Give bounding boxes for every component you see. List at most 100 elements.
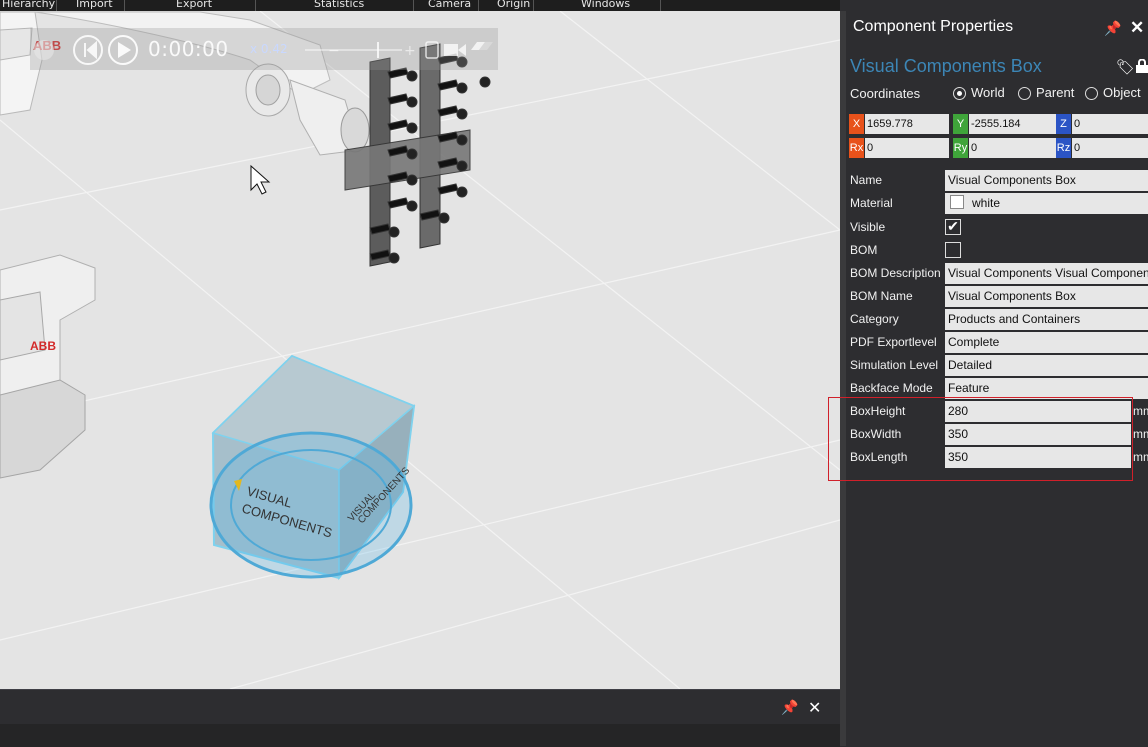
coord-y-input[interactable]: -2555.184 — [969, 114, 1056, 134]
3d-viewport[interactable]: ABB VISUAL COMPONENTS VISUAL COMPONENTS … — [0, 11, 840, 689]
panel-title: Component Properties — [853, 18, 1014, 35]
tag-icon[interactable]: 🏷 — [1116, 58, 1135, 76]
robot-brand-logo-lower: ABB — [30, 339, 56, 353]
playback-toolbar: − + 0:00:00 x 0.42 — [30, 28, 498, 70]
menu-separator — [56, 0, 57, 11]
prop-label: Material — [850, 196, 893, 210]
menu-separator — [660, 0, 661, 11]
name-input[interactable]: Visual Components Box — [945, 170, 1148, 191]
simulation-time: 0:00:00 — [148, 37, 229, 61]
prop-label: Visible — [850, 220, 886, 234]
simulation-level-value: Detailed — [948, 358, 993, 372]
radio-world[interactable]: World — [953, 85, 1005, 101]
menu-separator — [533, 0, 534, 11]
coord-z[interactable]: Z 0 — [1056, 114, 1148, 134]
close-icon[interactable]: ✕ — [808, 698, 821, 717]
coord-y[interactable]: Y -2555.184 — [953, 114, 1056, 134]
material-value: white — [972, 196, 1001, 210]
coord-rx-tag: Rx — [849, 138, 864, 158]
menu-separator — [124, 0, 125, 11]
robot-arm-lower[interactable]: ABB — [0, 254, 96, 479]
visible-checkbox[interactable]: ✔ — [945, 219, 961, 235]
svg-text:+: + — [404, 43, 416, 59]
radio-unselected-icon — [1085, 87, 1098, 100]
coord-rx[interactable]: Rx 0 — [849, 138, 949, 158]
prop-row-material: Material white▾ — [846, 193, 1148, 215]
pdf-exportlevel-value: Complete — [948, 335, 1000, 349]
box-width-input[interactable]: 350 — [945, 424, 1131, 445]
simulation-speed: x 0.42 — [250, 42, 288, 56]
settings-gear-icon[interactable] — [34, 40, 54, 60]
pin-icon[interactable]: 📌 — [1104, 20, 1121, 37]
menu-hierarchy[interactable]: Hierarchy — [2, 0, 55, 9]
pin-icon[interactable]: 📌 — [781, 700, 798, 716]
prop-label: Category — [850, 312, 899, 326]
coord-ry-input[interactable]: 0 — [969, 138, 1056, 158]
prop-row-visible: Visible ✔ — [846, 217, 1148, 239]
prop-label: Name — [850, 173, 883, 187]
prop-label: PDF Exportlevel — [850, 335, 937, 349]
prop-row-box-height: BoxHeight 280 mm — [846, 401, 1148, 423]
coord-ry[interactable]: Ry 0 — [953, 138, 1056, 158]
prop-row-box-width: BoxWidth 350 mm — [846, 424, 1148, 446]
menu-windows[interactable]: Windows — [581, 0, 630, 9]
reset-icon[interactable] — [73, 35, 103, 65]
3d-scene[interactable]: ABB VISUAL COMPONENTS VISUAL COMPONENTS — [0, 11, 840, 689]
coord-x[interactable]: X 1659.778 — [849, 114, 949, 134]
menu-camera[interactable]: Camera — [428, 0, 471, 9]
bom-checkbox[interactable] — [945, 242, 961, 258]
prop-row-category: Category Products and Containers — [846, 309, 1148, 331]
radio-object[interactable]: Object — [1085, 85, 1141, 101]
snapshot-icon[interactable] — [425, 41, 439, 59]
play-icon[interactable] — [108, 35, 138, 65]
radio-parent[interactable]: Parent — [1018, 85, 1074, 101]
prop-row-bom-description: BOM Description Visual Components Visual… — [846, 263, 1148, 285]
component-name-title: Visual Components Box — [850, 56, 1042, 76]
backface-mode-select[interactable]: Feature▾ — [945, 378, 1148, 399]
radio-unselected-icon — [1018, 87, 1031, 100]
material-select[interactable]: white▾ — [945, 193, 1148, 214]
vacuum-gripper[interactable] — [344, 43, 491, 267]
coord-rz-input[interactable]: 0 — [1072, 138, 1148, 158]
box-height-input[interactable]: 280 — [945, 401, 1131, 422]
radio-selected-icon — [953, 87, 966, 100]
prop-row-simulation-level: Simulation Level Detailed▾ — [846, 355, 1148, 377]
coord-z-input[interactable]: 0 — [1072, 114, 1148, 134]
prop-label: BOM — [850, 243, 878, 257]
prop-row-pdf-exportlevel: PDF Exportlevel Complete▾ — [846, 332, 1148, 354]
coord-x-tag: X — [849, 114, 864, 134]
lock-icon[interactable] — [1136, 59, 1148, 73]
visual-components-box[interactable]: VISUAL COMPONENTS VISUAL COMPONENTS — [209, 354, 416, 581]
prop-row-backface-mode: Backface Mode Feature▾ — [846, 378, 1148, 400]
pdf-exportlevel-select[interactable]: Complete▾ — [945, 332, 1148, 353]
prop-label: BOM Name — [850, 289, 913, 303]
menu-origin[interactable]: Origin — [497, 0, 530, 9]
bom-name-input[interactable]: Visual Components Box — [945, 286, 1148, 307]
category-input[interactable]: Products and Containers — [945, 309, 1148, 330]
coord-rz[interactable]: Rz 0 — [1056, 138, 1148, 158]
mouse-cursor-icon — [250, 164, 271, 195]
menu-export[interactable]: Export — [176, 0, 212, 9]
record-video-icon[interactable] — [444, 44, 466, 56]
layout-icon[interactable] — [471, 42, 493, 50]
menu-separator — [413, 0, 414, 11]
radio-parent-label: Parent — [1036, 85, 1075, 100]
prop-label: Simulation Level — [850, 358, 939, 372]
coordinates-label: Coordinates — [850, 86, 921, 101]
box-length-input[interactable]: 350 — [945, 447, 1131, 468]
prop-label: BOM Description — [850, 266, 941, 280]
menu-import[interactable]: Import — [76, 0, 113, 9]
speed-slider[interactable]: − + — [305, 42, 416, 59]
coord-x-input[interactable]: 1659.778 — [865, 114, 949, 134]
coord-rx-input[interactable]: 0 — [865, 138, 949, 158]
prop-label: Backface Mode — [850, 381, 933, 395]
coord-y-tag: Y — [953, 114, 968, 134]
coord-z-tag: Z — [1056, 114, 1071, 134]
unit-label: mm — [1133, 450, 1148, 464]
simulation-level-select[interactable]: Detailed▾ — [945, 355, 1148, 376]
bom-description-input[interactable]: Visual Components Visual Components — [945, 263, 1148, 284]
menu-statistics[interactable]: Statistics — [314, 0, 364, 9]
close-icon[interactable]: ✕ — [1130, 18, 1144, 38]
radio-object-label: Object — [1103, 85, 1141, 100]
menu-separator — [255, 0, 256, 11]
